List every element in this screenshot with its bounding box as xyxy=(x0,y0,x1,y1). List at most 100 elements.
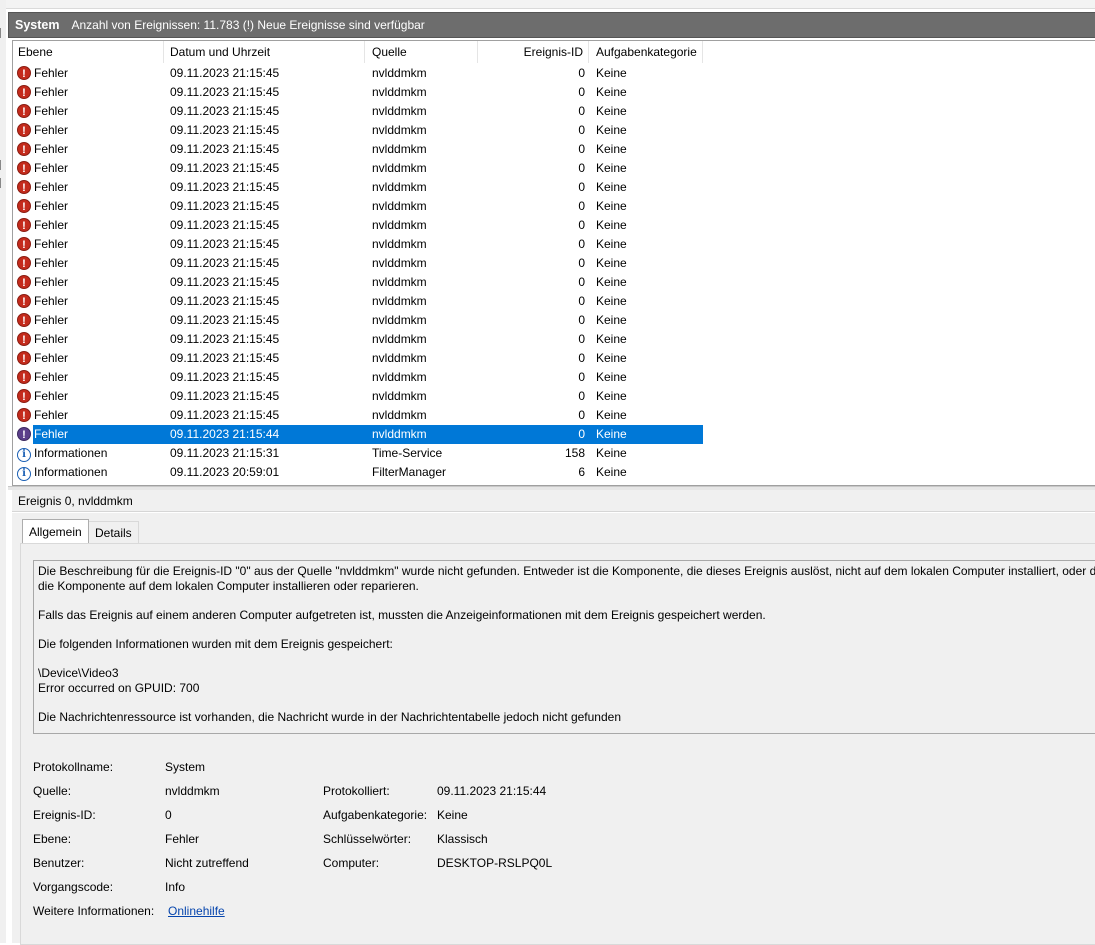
log-name-label: Protokollname: xyxy=(33,760,114,774)
table-row[interactable]: ! Fehler 09.11.2023 21:15:45 nvlddmkm 0 Keine xyxy=(13,216,1095,235)
table-row[interactable]: ! Fehler 09.11.2023 21:15:45 nvlddmkm 0 Keine xyxy=(13,102,1095,121)
task-category-cell: Keine xyxy=(596,237,627,251)
task-category-cell: Keine xyxy=(596,465,627,479)
table-row[interactable]: ! Fehler 09.11.2023 21:15:45 nvlddmkm 0 Keine xyxy=(13,311,1095,330)
error-icon: ! xyxy=(17,178,33,197)
level-cell: Fehler xyxy=(34,218,69,232)
description-line: Die Beschreibung für die Ereignis-ID "0"… xyxy=(38,564,1095,578)
error-icon: ! xyxy=(17,102,33,121)
table-row[interactable]: ! Fehler 09.11.2023 21:15:45 nvlddmkm 0 Keine xyxy=(13,387,1095,406)
source-cell: nvlddmkm xyxy=(372,85,427,99)
level-cell: Fehler xyxy=(34,199,69,213)
table-row[interactable]: ! Fehler 09.11.2023 21:15:45 nvlddmkm 0 Keine xyxy=(13,64,1095,83)
error-icon: ! xyxy=(17,159,33,178)
column-header-task-category[interactable]: Aufgabenkategorie xyxy=(589,41,703,63)
source-cell: nvlddmkm xyxy=(372,313,427,327)
level-cell: Fehler xyxy=(34,123,69,137)
event-id-cell: 0 xyxy=(578,104,585,118)
source-cell: nvlddmkm xyxy=(372,351,427,365)
table-row[interactable]: ! Fehler 09.11.2023 21:15:45 nvlddmkm 0 Keine xyxy=(13,178,1095,197)
event-list-header: Ebene Datum und Uhrzeit Quelle Ereignis-… xyxy=(13,41,1095,63)
event-id-label: Ereignis-ID: xyxy=(33,808,96,822)
online-help-link[interactable]: Onlinehilfe xyxy=(168,904,225,918)
error-icon: ! xyxy=(17,370,31,384)
level-cell: Fehler xyxy=(34,104,69,118)
table-row[interactable]: i Informationen 09.11.2023 20:59:01 FilterM… xyxy=(13,463,1095,482)
error-icon: ! xyxy=(17,235,33,254)
user-value: Nicht zutreffend xyxy=(165,856,249,870)
date-cell: 09.11.2023 21:15:45 xyxy=(170,66,280,80)
task-category-cell: Keine xyxy=(596,142,627,156)
date-cell: 09.11.2023 21:15:31 xyxy=(170,446,280,460)
error-icon: ! xyxy=(17,427,31,441)
task-category-cell: Keine xyxy=(596,180,627,194)
log-title: System xyxy=(15,18,60,32)
level-cell: Fehler xyxy=(34,142,69,156)
source-cell: nvlddmkm xyxy=(372,294,427,308)
task-category-cell: Keine xyxy=(596,85,627,99)
tab-details[interactable]: Details xyxy=(88,521,139,543)
error-icon: ! xyxy=(17,368,33,387)
edge-mark xyxy=(0,178,5,188)
source-cell: nvlddmkm xyxy=(372,408,427,422)
table-row[interactable]: i Informationen 09.11.2023 21:15:31 Time-Se… xyxy=(13,444,1095,463)
date-cell: 09.11.2023 21:15:45 xyxy=(170,389,280,403)
info-icon: i xyxy=(17,467,31,481)
source-cell: nvlddmkm xyxy=(372,142,427,156)
date-cell: 09.11.2023 21:15:45 xyxy=(170,104,280,118)
date-cell: 09.11.2023 20:59:01 xyxy=(170,465,280,479)
table-row[interactable]: ! Fehler 09.11.2023 21:15:45 nvlddmkm 0 Keine xyxy=(13,406,1095,425)
level-cell: Fehler xyxy=(34,351,69,365)
column-header-date[interactable]: Datum und Uhrzeit xyxy=(164,41,365,63)
task-category-cell: Keine xyxy=(596,351,627,365)
error-icon: ! xyxy=(17,292,33,311)
date-cell: 09.11.2023 21:15:45 xyxy=(170,142,280,156)
task-category-cell: Keine xyxy=(596,446,627,460)
table-row[interactable]: ! Fehler 09.11.2023 21:15:44 nvlddmkm 0 Keine xyxy=(13,425,1095,444)
task-category-cell: Keine xyxy=(596,408,627,422)
level-cell: Fehler xyxy=(34,256,69,270)
table-row[interactable]: ! Fehler 09.11.2023 21:15:45 nvlddmkm 0 Keine xyxy=(13,273,1095,292)
error-icon: ! xyxy=(17,349,33,368)
table-row[interactable]: ! Fehler 09.11.2023 21:15:45 nvlddmkm 0 Keine xyxy=(13,292,1095,311)
date-cell: 09.11.2023 21:15:45 xyxy=(170,313,280,327)
level-cell: Fehler xyxy=(34,161,69,175)
table-row[interactable]: ! Fehler 09.11.2023 21:15:45 nvlddmkm 0 Keine xyxy=(13,121,1095,140)
task-category-cell: Keine xyxy=(596,199,627,213)
error-icon: ! xyxy=(17,311,33,330)
event-id-cell: 6 xyxy=(578,465,585,479)
error-icon: ! xyxy=(17,104,31,118)
table-row[interactable]: ! Fehler 09.11.2023 21:15:45 nvlddmkm 0 Keine xyxy=(13,83,1095,102)
table-row[interactable]: ! Fehler 09.11.2023 21:15:45 nvlddmkm 0 Keine xyxy=(13,197,1095,216)
event-id-cell: 0 xyxy=(578,275,585,289)
event-description[interactable]: Die Beschreibung für die Ereignis-ID "0"… xyxy=(33,560,1095,734)
date-cell: 09.11.2023 21:15:45 xyxy=(170,408,280,422)
date-cell: 09.11.2023 21:15:45 xyxy=(170,256,280,270)
error-icon: ! xyxy=(17,216,33,235)
error-icon: ! xyxy=(17,237,31,251)
event-id-cell: 0 xyxy=(578,142,585,156)
error-icon: ! xyxy=(17,425,33,444)
table-row[interactable]: ! Fehler 09.11.2023 21:15:45 nvlddmkm 0 Keine xyxy=(13,330,1095,349)
table-row[interactable]: ! Fehler 09.11.2023 21:15:45 nvlddmkm 0 Keine xyxy=(13,254,1095,273)
event-list[interactable]: Ebene Datum und Uhrzeit Quelle Ereignis-… xyxy=(12,40,1095,486)
table-row[interactable]: ! Fehler 09.11.2023 21:15:45 nvlddmkm 0 Keine xyxy=(13,349,1095,368)
error-icon: ! xyxy=(17,142,31,156)
error-icon: ! xyxy=(17,408,31,422)
column-header-level[interactable]: Ebene xyxy=(13,41,164,63)
error-icon: ! xyxy=(17,218,31,232)
table-row[interactable]: ! Fehler 09.11.2023 21:15:45 nvlddmkm 0 Keine xyxy=(13,140,1095,159)
column-header-source[interactable]: Quelle xyxy=(365,41,478,63)
more-info-label: Weitere Informationen: xyxy=(33,904,155,918)
column-header-event-id[interactable]: Ereignis-ID xyxy=(478,41,589,63)
table-row[interactable]: ! Fehler 09.11.2023 21:15:45 nvlddmkm 0 Keine xyxy=(13,368,1095,387)
table-row[interactable]: ! Fehler 09.11.2023 21:15:45 nvlddmkm 0 Keine xyxy=(13,235,1095,254)
error-icon: ! xyxy=(17,330,33,349)
table-row[interactable]: ! Fehler 09.11.2023 21:15:45 nvlddmkm 0 Keine xyxy=(13,159,1095,178)
date-cell: 09.11.2023 21:15:45 xyxy=(170,180,280,194)
tab-general[interactable]: Allgemein xyxy=(22,519,89,543)
event-id-cell: 158 xyxy=(564,446,585,460)
date-cell: 09.11.2023 21:15:45 xyxy=(170,370,280,384)
error-icon: ! xyxy=(17,85,31,99)
error-icon: ! xyxy=(17,64,33,83)
